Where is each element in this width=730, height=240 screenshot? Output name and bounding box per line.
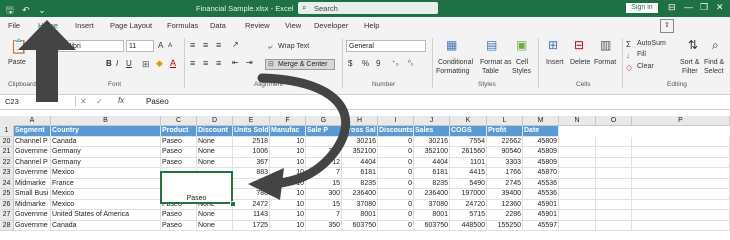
annotation-layer bbox=[18, 20, 351, 200]
annotation-arrowhead bbox=[248, 168, 284, 200]
annotation-arrow-up bbox=[18, 20, 76, 102]
annotation-arrow-curved bbox=[257, 73, 351, 189]
